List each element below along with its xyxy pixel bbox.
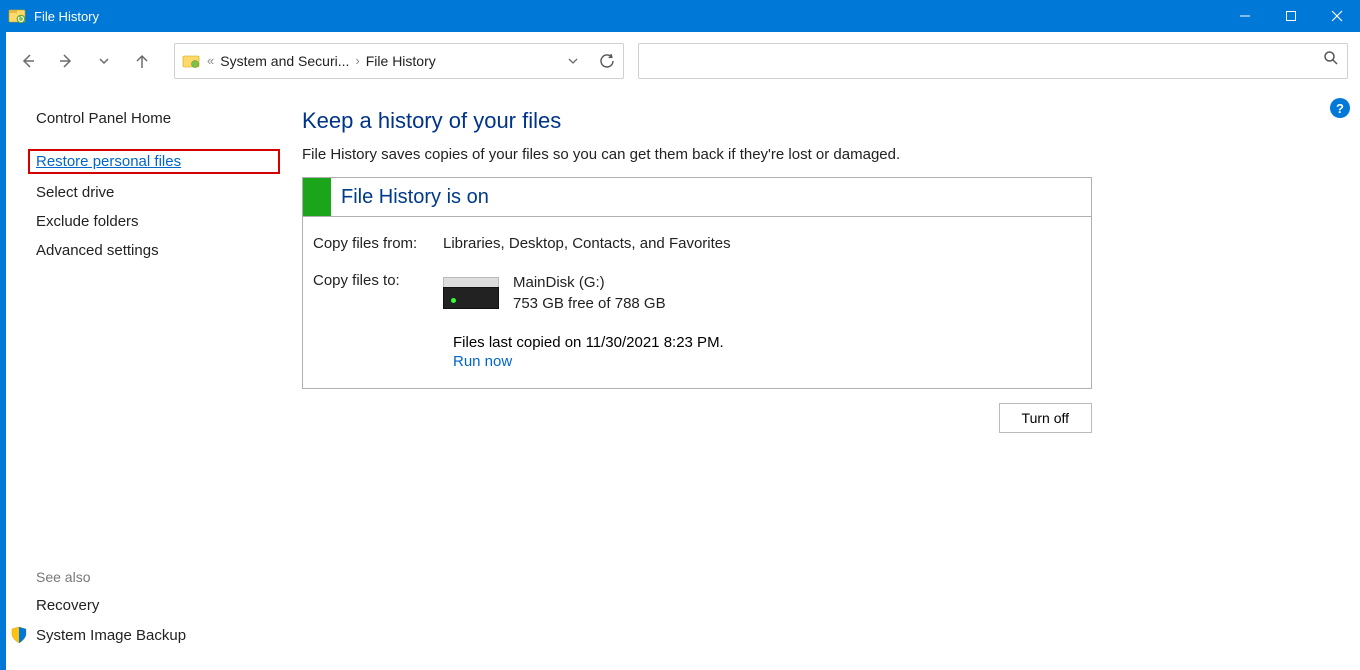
copy-from-label: Copy files from: [313,235,443,252]
copy-from-value: Libraries, Desktop, Contacts, and Favori… [443,235,1081,252]
app-icon [8,7,26,25]
back-button[interactable] [12,45,44,77]
recent-locations-button[interactable] [88,45,120,77]
status-title: File History is on [331,186,489,209]
search-bar[interactable] [638,43,1348,79]
titlebar: File History [0,0,1360,32]
page-description: File History saves copies of your files … [302,146,1330,163]
minimize-button[interactable] [1222,0,1268,32]
window-title: File History [34,9,99,24]
last-copied-text: Files last copied on 11/30/2021 8:23 PM. [453,334,1081,351]
sidebar-link-restore-personal-files[interactable]: Restore personal files [30,151,278,172]
see-also-section: See also Recovery System Image Backup [36,569,186,656]
see-also-system-image-backup[interactable]: System Image Backup [36,627,186,644]
forward-button[interactable] [50,45,82,77]
refresh-button[interactable] [597,51,617,71]
shield-icon [10,626,28,644]
help-button[interactable]: ? [1330,98,1350,118]
sidebar: Control Panel Home Restore personal file… [0,90,288,670]
toolbar: « System and Securi... › File History [0,32,1360,90]
disk-space: 753 GB free of 788 GB [513,293,666,314]
run-now-link[interactable]: Run now [453,353,512,370]
chevron-right-icon: › [355,53,359,68]
control-panel-home-link[interactable]: Control Panel Home [36,110,171,127]
sidebar-link-exclude-folders[interactable]: Exclude folders [36,213,139,230]
turn-off-button[interactable]: Turn off [999,403,1092,433]
breadcrumb-prefix: « [207,53,214,68]
search-input[interactable] [647,53,1323,69]
sidebar-link-select-drive[interactable]: Select drive [36,184,114,201]
breadcrumb-current[interactable]: File History [366,53,436,69]
close-button[interactable] [1314,0,1360,32]
address-bar[interactable]: « System and Securi... › File History [174,43,624,79]
copy-to-label: Copy files to: [313,272,443,314]
status-indicator-icon [303,178,331,216]
disk-drive-icon [443,277,499,309]
status-panel: File History is on Copy files from: Libr… [302,177,1092,389]
content-area: ? Keep a history of your files File Hist… [288,90,1360,670]
see-also-heading: See also [36,569,186,585]
sidebar-link-advanced-settings[interactable]: Advanced settings [36,242,159,259]
address-folder-icon [181,51,201,71]
breadcrumb-parent[interactable]: System and Securi... [220,53,349,69]
up-button[interactable] [126,45,158,77]
disk-name: MainDisk (G:) [513,272,666,293]
maximize-button[interactable] [1268,0,1314,32]
status-header: File History is on [303,178,1091,217]
page-heading: Keep a history of your files [302,108,1330,134]
search-icon[interactable] [1323,50,1339,71]
address-dropdown-button[interactable] [563,51,583,71]
see-also-recovery[interactable]: Recovery [36,597,99,614]
